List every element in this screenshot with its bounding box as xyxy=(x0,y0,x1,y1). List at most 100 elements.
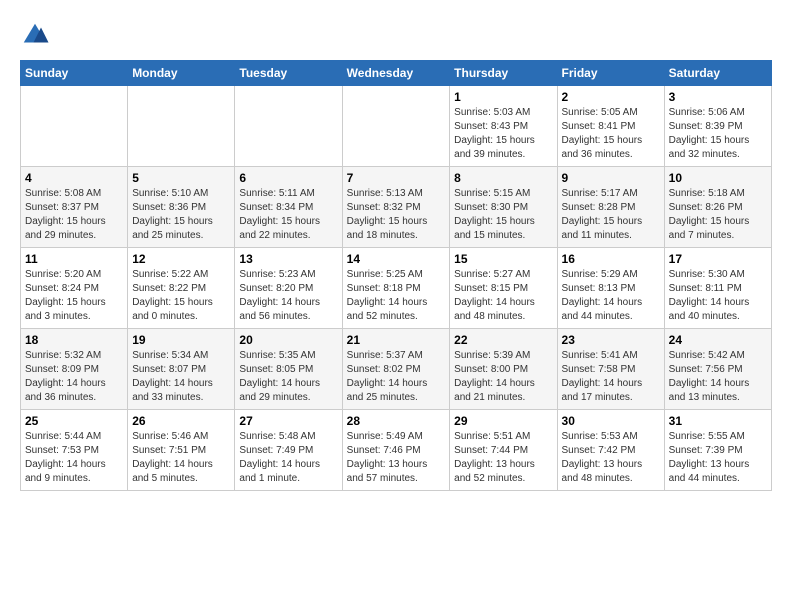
day-number: 6 xyxy=(239,171,337,185)
calendar-cell: 1Sunrise: 5:03 AMSunset: 8:43 PMDaylight… xyxy=(450,86,557,167)
calendar-cell: 10 Sunrise: 5:18 AMSunset: 8:26 PMDayligh… xyxy=(664,167,771,248)
day-info: Sunrise: 5:37 AMSunset: 8:02 PMDaylight:… xyxy=(347,349,446,405)
calendar-cell: 8 Sunrise: 5:15 AMSunset: 8:30 PMDaylight… xyxy=(450,167,557,248)
day-info: Sunrise: 5:17 AMSunset: 8:28 PMDaylight:… xyxy=(562,187,660,243)
day-number: 8 xyxy=(454,171,552,185)
calendar-cell: 4 Sunrise: 5:08 AMSunset: 8:37 PMDaylight… xyxy=(21,167,128,248)
calendar-cell: 28 Sunrise: 5:49 AMSunset: 7:46 PMDayligh… xyxy=(342,410,450,491)
day-info: Sunrise: 5:20 AMSunset: 8:24 PMDaylight:… xyxy=(25,268,123,324)
day-info: Sunrise: 5:44 AMSunset: 7:53 PMDaylight:… xyxy=(25,430,123,486)
day-number: 29 xyxy=(454,414,552,428)
calendar-cell: 6 Sunrise: 5:11 AMSunset: 8:34 PMDaylight… xyxy=(235,167,342,248)
day-info: Sunrise: 5:10 AMSunset: 8:36 PMDaylight:… xyxy=(132,187,230,243)
day-number: 23 xyxy=(562,333,660,347)
calendar-cell: 14 Sunrise: 5:25 AMSunset: 8:18 PMDayligh… xyxy=(342,248,450,329)
calendar-week-row: 25Sunrise: 5:44 AMSunset: 7:53 PMDayligh… xyxy=(21,410,772,491)
column-header-thursday: Thursday xyxy=(450,61,557,86)
calendar-cell: 7Sunrise: 5:13 AMSunset: 8:32 PMDaylight… xyxy=(342,167,450,248)
day-number: 10 xyxy=(669,171,767,185)
calendar-cell: 29 Sunrise: 5:51 AMSunset: 7:44 PMDayligh… xyxy=(450,410,557,491)
calendar-week-row: 11 Sunrise: 5:20 AMSunset: 8:24 PMDayligh… xyxy=(21,248,772,329)
day-number: 20 xyxy=(239,333,337,347)
day-number: 30 xyxy=(562,414,660,428)
day-number: 24 xyxy=(669,333,767,347)
calendar-cell xyxy=(128,86,235,167)
day-number: 12 xyxy=(132,252,230,266)
day-info: Sunrise: 5:22 AMSunset: 8:22 PMDaylight:… xyxy=(132,268,230,324)
calendar-cell: 2 Sunrise: 5:05 AMSunset: 8:41 PMDaylight… xyxy=(557,86,664,167)
day-info: Sunrise: 5:39 AMSunset: 8:00 PMDaylight:… xyxy=(454,349,552,405)
calendar-cell: 11 Sunrise: 5:20 AMSunset: 8:24 PMDayligh… xyxy=(21,248,128,329)
column-header-friday: Friday xyxy=(557,61,664,86)
column-header-sunday: Sunday xyxy=(21,61,128,86)
calendar-cell: 27 Sunrise: 5:48 AMSunset: 7:49 PMDayligh… xyxy=(235,410,342,491)
calendar-cell: 31 Sunrise: 5:55 AMSunset: 7:39 PMDayligh… xyxy=(664,410,771,491)
day-info: Sunrise: 5:15 AMSunset: 8:30 PMDaylight:… xyxy=(454,187,552,243)
calendar-cell: 9Sunrise: 5:17 AMSunset: 8:28 PMDaylight… xyxy=(557,167,664,248)
calendar-cell xyxy=(235,86,342,167)
page-header xyxy=(20,20,772,50)
calendar-cell: 18 Sunrise: 5:32 AMSunset: 8:09 PMDayligh… xyxy=(21,329,128,410)
day-info: Sunrise: 5:18 AMSunset: 8:26 PMDaylight:… xyxy=(669,187,767,243)
calendar-cell: 26 Sunrise: 5:46 AMSunset: 7:51 PMDayligh… xyxy=(128,410,235,491)
day-number: 15 xyxy=(454,252,552,266)
day-number: 26 xyxy=(132,414,230,428)
day-info: Sunrise: 5:48 AMSunset: 7:49 PMDaylight:… xyxy=(239,430,337,486)
day-number: 14 xyxy=(347,252,446,266)
day-info: Sunrise: 5:51 AMSunset: 7:44 PMDaylight:… xyxy=(454,430,552,486)
calendar-cell: 21Sunrise: 5:37 AMSunset: 8:02 PMDayligh… xyxy=(342,329,450,410)
calendar-week-row: 1Sunrise: 5:03 AMSunset: 8:43 PMDaylight… xyxy=(21,86,772,167)
calendar-header-row: SundayMondayTuesdayWednesdayThursdayFrid… xyxy=(21,61,772,86)
calendar-cell: 3 Sunrise: 5:06 AMSunset: 8:39 PMDaylight… xyxy=(664,86,771,167)
day-info: Sunrise: 5:35 AMSunset: 8:05 PMDaylight:… xyxy=(239,349,337,405)
column-header-tuesday: Tuesday xyxy=(235,61,342,86)
day-number: 1 xyxy=(454,90,552,104)
calendar-cell: 25Sunrise: 5:44 AMSunset: 7:53 PMDayligh… xyxy=(21,410,128,491)
day-info: Sunrise: 5:05 AMSunset: 8:41 PMDaylight:… xyxy=(562,106,660,162)
day-info: Sunrise: 5:53 AMSunset: 7:42 PMDaylight:… xyxy=(562,430,660,486)
calendar-cell: 23 Sunrise: 5:41 AMSunset: 7:58 PMDayligh… xyxy=(557,329,664,410)
day-info: Sunrise: 5:55 AMSunset: 7:39 PMDaylight:… xyxy=(669,430,767,486)
day-info: Sunrise: 5:46 AMSunset: 7:51 PMDaylight:… xyxy=(132,430,230,486)
day-number: 28 xyxy=(347,414,446,428)
calendar-cell: 22 Sunrise: 5:39 AMSunset: 8:00 PMDayligh… xyxy=(450,329,557,410)
day-info: Sunrise: 5:11 AMSunset: 8:34 PMDaylight:… xyxy=(239,187,337,243)
day-number: 18 xyxy=(25,333,123,347)
day-info: Sunrise: 5:27 AMSunset: 8:15 PMDaylight:… xyxy=(454,268,552,324)
calendar-cell xyxy=(21,86,128,167)
calendar-cell: 13Sunrise: 5:23 AMSunset: 8:20 PMDayligh… xyxy=(235,248,342,329)
calendar-cell: 12 Sunrise: 5:22 AMSunset: 8:22 PMDayligh… xyxy=(128,248,235,329)
logo-icon xyxy=(20,20,50,50)
day-info: Sunrise: 5:25 AMSunset: 8:18 PMDaylight:… xyxy=(347,268,446,324)
calendar-cell: 5 Sunrise: 5:10 AMSunset: 8:36 PMDaylight… xyxy=(128,167,235,248)
day-number: 4 xyxy=(25,171,123,185)
day-number: 27 xyxy=(239,414,337,428)
calendar-cell: 24 Sunrise: 5:42 AMSunset: 7:56 PMDayligh… xyxy=(664,329,771,410)
calendar-table: SundayMondayTuesdayWednesdayThursdayFrid… xyxy=(20,60,772,491)
calendar-cell: 15 Sunrise: 5:27 AMSunset: 8:15 PMDayligh… xyxy=(450,248,557,329)
day-number: 11 xyxy=(25,252,123,266)
day-number: 22 xyxy=(454,333,552,347)
day-info: Sunrise: 5:49 AMSunset: 7:46 PMDaylight:… xyxy=(347,430,446,486)
day-number: 31 xyxy=(669,414,767,428)
day-number: 13 xyxy=(239,252,337,266)
day-number: 2 xyxy=(562,90,660,104)
day-info: Sunrise: 5:42 AMSunset: 7:56 PMDaylight:… xyxy=(669,349,767,405)
calendar-week-row: 4 Sunrise: 5:08 AMSunset: 8:37 PMDaylight… xyxy=(21,167,772,248)
logo xyxy=(20,20,54,50)
day-info: Sunrise: 5:32 AMSunset: 8:09 PMDaylight:… xyxy=(25,349,123,405)
calendar-week-row: 18 Sunrise: 5:32 AMSunset: 8:09 PMDayligh… xyxy=(21,329,772,410)
calendar-cell: 19Sunrise: 5:34 AMSunset: 8:07 PMDayligh… xyxy=(128,329,235,410)
day-number: 16 xyxy=(562,252,660,266)
calendar-cell: 16 Sunrise: 5:29 AMSunset: 8:13 PMDayligh… xyxy=(557,248,664,329)
day-info: Sunrise: 5:30 AMSunset: 8:11 PMDaylight:… xyxy=(669,268,767,324)
day-number: 19 xyxy=(132,333,230,347)
day-info: Sunrise: 5:06 AMSunset: 8:39 PMDaylight:… xyxy=(669,106,767,162)
calendar-cell: 30 Sunrise: 5:53 AMSunset: 7:42 PMDayligh… xyxy=(557,410,664,491)
day-info: Sunrise: 5:08 AMSunset: 8:37 PMDaylight:… xyxy=(25,187,123,243)
day-number: 3 xyxy=(669,90,767,104)
day-info: Sunrise: 5:29 AMSunset: 8:13 PMDaylight:… xyxy=(562,268,660,324)
day-number: 5 xyxy=(132,171,230,185)
day-number: 7 xyxy=(347,171,446,185)
day-info: Sunrise: 5:41 AMSunset: 7:58 PMDaylight:… xyxy=(562,349,660,405)
